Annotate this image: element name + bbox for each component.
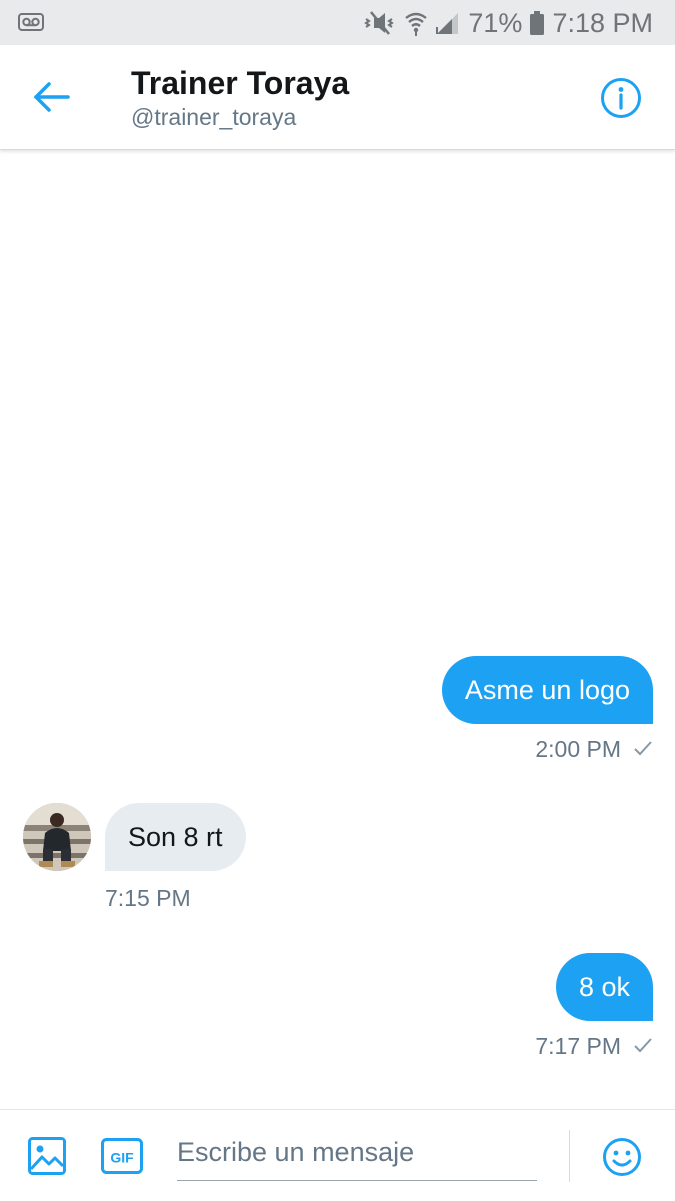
back-button[interactable] [32,81,72,113]
info-icon [600,78,642,123]
message-meta: 2:00 PM [535,736,653,763]
gif-icon: GIF [101,1138,143,1174]
mute-icon [362,10,396,36]
add-gif-button[interactable]: GIF [101,1138,143,1174]
add-photo-button[interactable] [28,1137,66,1175]
message-time: 2:00 PM [535,736,621,762]
emoji-button[interactable] [602,1137,642,1177]
conversation-title: Trainer Toraya [131,65,350,101]
info-button[interactable] [600,77,642,119]
battery-icon [530,11,545,35]
status-bar: 71% 7:18 PM [0,0,675,45]
battery-percent: 71% [468,7,523,38]
voicemail-icon [18,13,44,36]
conversation-header: Trainer Toraya @trainer_toraya [0,45,675,150]
message-composer: GIF [0,1109,675,1201]
message-bubble-incoming[interactable]: Son 8 rt [105,803,246,871]
message-bubble-outgoing[interactable]: Asme un logo [441,656,653,724]
avatar[interactable] [23,803,91,871]
image-icon [28,1137,66,1179]
check-icon [633,736,653,763]
message-time: 7:17 PM [535,1033,621,1059]
signal-icon [436,11,460,35]
gif-label: GIF [110,1150,134,1166]
back-arrow-icon [32,82,72,117]
conversation-handle: @trainer_toraya [131,104,297,130]
status-time: 7:18 PM [552,7,653,38]
check-icon [633,1033,653,1060]
wifi-icon [404,10,428,36]
message-time: 7:15 PM [105,885,191,911]
message-meta: 7:17 PM [535,1033,653,1060]
message-input[interactable] [177,1124,537,1181]
message-bubble-outgoing[interactable]: 8 ok [555,953,653,1021]
composer-divider [569,1130,570,1182]
emoji-icon [602,1138,642,1181]
